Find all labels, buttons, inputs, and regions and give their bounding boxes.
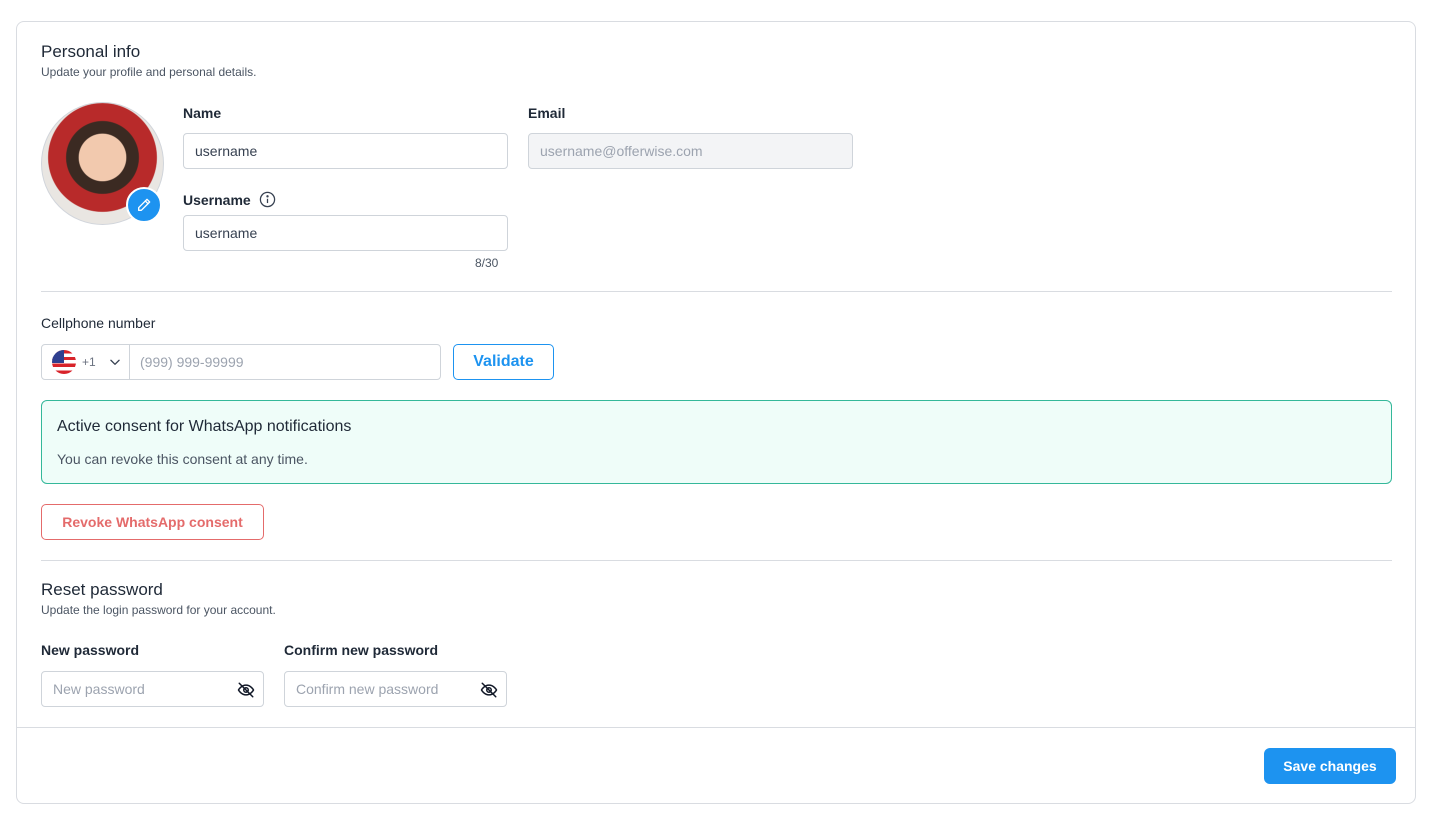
username-label-row: Username — [183, 191, 276, 208]
phone-number-input[interactable]: (999) 999-99999 — [130, 345, 440, 379]
revoke-whatsapp-consent-button[interactable]: Revoke WhatsApp consent — [41, 504, 264, 540]
validate-button[interactable]: Validate — [453, 344, 554, 380]
pencil-icon — [138, 198, 151, 211]
email-input-placeholder: username@offerwise.com — [540, 143, 703, 159]
personal-info-title: Personal info — [41, 42, 141, 61]
country-dial-code: +1 — [82, 355, 96, 369]
username-label: Username — [183, 191, 251, 208]
phone-number-placeholder: (999) 999-99999 — [140, 354, 244, 370]
whatsapp-consent-banner: Active consent for WhatsApp notification… — [41, 400, 1392, 484]
name-label: Name — [183, 105, 222, 121]
personal-info-subtitle: Update your profile and personal details… — [41, 65, 257, 79]
consent-title: Active consent for WhatsApp notification… — [57, 418, 352, 435]
eye-off-icon[interactable] — [480, 681, 498, 699]
confirm-password-label: Confirm new password — [284, 642, 439, 658]
email-label: Email — [528, 105, 566, 121]
settings-card: Personal info Update your profile and pe… — [16, 21, 1416, 804]
country-code-select[interactable]: +1 — [42, 345, 130, 379]
divider — [41, 560, 1392, 561]
footer-divider — [17, 727, 1415, 728]
eye-off-icon[interactable] — [237, 681, 255, 699]
username-input[interactable]: username — [183, 215, 508, 251]
info-icon[interactable] — [259, 191, 276, 208]
cellphone-label: Cellphone number — [41, 315, 156, 331]
confirm-password-placeholder: Confirm new password — [296, 681, 439, 697]
username-char-counter: 8/30 — [475, 256, 499, 270]
name-input-value: username — [195, 143, 258, 159]
divider — [41, 291, 1392, 292]
name-input[interactable]: username — [183, 133, 508, 169]
phone-field: +1 (999) 999-99999 — [41, 344, 441, 380]
username-input-value: username — [195, 225, 258, 241]
email-input: username@offerwise.com — [528, 133, 853, 169]
reset-password-title: Reset password — [41, 580, 163, 599]
new-password-label: New password — [41, 642, 140, 658]
us-flag-icon — [52, 350, 76, 374]
reset-password-subtitle: Update the login password for your accou… — [41, 603, 276, 617]
new-password-placeholder: New password — [53, 681, 145, 697]
consent-text: You can revoke this consent at any time. — [57, 451, 308, 467]
edit-avatar-button[interactable] — [126, 187, 162, 223]
save-changes-button[interactable]: Save changes — [1264, 748, 1396, 784]
chevron-down-icon — [109, 359, 120, 365]
confirm-password-input[interactable]: Confirm new password — [284, 671, 507, 707]
new-password-input[interactable]: New password — [41, 671, 264, 707]
